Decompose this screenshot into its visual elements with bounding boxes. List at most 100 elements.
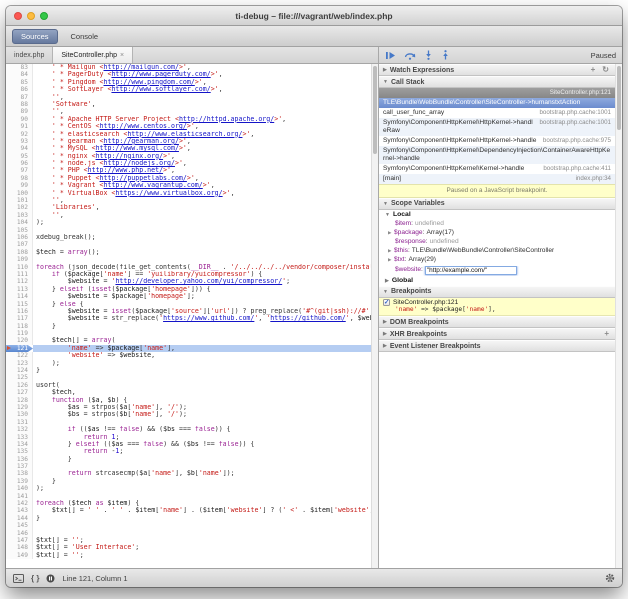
line-number[interactable]: 85 [6,79,33,86]
code-line[interactable] [33,330,371,337]
line-number[interactable]: 105 [6,227,33,234]
code-line[interactable]: '', [33,108,371,115]
tab-sources[interactable]: Sources [12,29,58,44]
scope-group-global[interactable]: ▶Global [379,276,615,286]
line-number[interactable]: 99 [6,182,33,189]
line-number[interactable]: 104 [6,219,33,226]
line-number[interactable]: 126 [6,382,33,389]
settings-gear-icon[interactable] [605,573,615,583]
code-line[interactable]: } else { [33,301,371,308]
code-line[interactable]: if ($package['name'] == 'yuilibrary/yuic… [33,271,371,278]
line-number[interactable]: 137 [6,463,33,470]
resume-icon[interactable] [385,51,396,60]
variable-row[interactable]: $response:undefined [379,238,615,247]
code-line[interactable]: ' * PagerDuty <http://www.pagerduty.com/… [33,71,371,78]
line-number[interactable]: 116 [6,308,33,315]
code-line[interactable]: '', [33,94,371,101]
code-line[interactable]: } [33,323,371,330]
line-number[interactable]: 96 [6,160,33,167]
tab-console[interactable]: Console [62,29,108,44]
call-stack-frame[interactable]: bootstrap.php.cache:411Symfony\Component… [379,164,615,174]
line-number[interactable]: 118 [6,323,33,330]
code-line[interactable]: $website = 'http://developer.yahoo.com/y… [33,278,371,285]
console-toggle-icon[interactable] [13,574,24,583]
section-breakpoints[interactable]: ▼ Breakpoints [379,286,615,298]
line-number[interactable]: 109 [6,256,33,263]
line-number[interactable]: 123 [6,360,33,367]
line-number[interactable]: 106 [6,234,33,241]
code-line[interactable]: foreach (json_decode(file_get_contents(_… [33,264,371,271]
line-number[interactable]: 115 [6,301,33,308]
line-number[interactable]: 139 [6,478,33,485]
minimize-window-button[interactable] [27,12,35,20]
code-line[interactable] [33,241,371,248]
line-number[interactable]: 108 [6,249,33,256]
code-line[interactable]: $txt[] = 'User Interface'; [33,544,371,551]
code-line[interactable]: 'Software', [33,101,371,108]
code-line[interactable]: } [33,367,371,374]
sidebar-scrollbar[interactable] [615,64,622,568]
code-line[interactable]: } elseif (($as === false) && ($bs !== fa… [33,441,371,448]
code-line[interactable]: usort( [33,382,371,389]
line-number[interactable]: 142 [6,500,33,507]
code-line[interactable]: return 1; [33,434,371,441]
line-number[interactable]: 141 [6,493,33,500]
breakpoint-item[interactable]: SiteController.php:121'name' => $package… [379,298,615,317]
line-number[interactable]: 121 [6,345,33,352]
code-line[interactable]: ' * Apache HTTP Server Project <http://h… [33,116,371,123]
code-line[interactable]: ' * Vagrant <http://www.vagrantup.com/>'… [33,182,371,189]
close-tab-icon[interactable]: × [120,52,124,59]
code-line[interactable]: ' * Mailgun <http://mailgun.com/>', [33,64,371,71]
editor-scrollbar[interactable] [371,64,378,568]
code-line[interactable]: } [33,456,371,463]
call-stack-frame[interactable]: Symfony\Component\HttpKernel\DependencyI… [379,146,615,164]
breakpoint-checkbox[interactable] [383,299,390,306]
code-line[interactable]: $website = str_replace('https://www.gith… [33,315,371,322]
line-number[interactable]: 127 [6,389,33,396]
code-editor[interactable]: 83 ' * Mailgun <http://mailgun.com/>',84… [6,64,378,568]
line-number[interactable]: 138 [6,470,33,477]
line-number[interactable]: 148 [6,544,33,551]
line-number[interactable]: 130 [6,411,33,418]
line-number[interactable]: 146 [6,530,33,537]
variable-row[interactable]: $item:undefined [379,220,615,229]
line-number[interactable]: 120 [6,337,33,344]
code-line[interactable]: $txt[] = ' ' . ' ' . $item['name'] . ($i… [33,507,371,514]
section-scope-variables[interactable]: ▼ Scope Variables [379,198,615,210]
code-line[interactable]: ' * gearman <http://gearman.org/>', [33,138,371,145]
step-out-icon[interactable] [441,50,450,60]
variable-row[interactable]: ▶$txt:Array(29) [379,256,615,265]
line-number[interactable]: 111 [6,271,33,278]
code-line[interactable]: xdebug_break(); [33,234,371,241]
line-number[interactable]: 124 [6,367,33,374]
code-line[interactable]: $txt[] = ''; [33,552,371,559]
code-line[interactable]: function ($a, $b) { [33,397,371,404]
line-number[interactable]: 128 [6,397,33,404]
code-line[interactable]: if (($as !== false) && ($bs === false)) … [33,426,371,433]
sidebar-scrollbar-thumb[interactable] [617,66,621,130]
call-stack-frame[interactable]: SiteController.php:121TLE\Bundle\WebBund… [379,88,615,108]
code-line[interactable]: } elseif (isset($package['homepage'])) { [33,286,371,293]
code-line[interactable]: ' * SoftLayer <http://www.softlayer.com/… [33,86,371,93]
line-number[interactable]: 110 [6,264,33,271]
line-number[interactable]: 92 [6,131,33,138]
code-line[interactable]: ); [33,485,371,492]
variable-row[interactable]: $website: [379,266,615,276]
section-watch-expressions[interactable]: ▶ Watch Expressions + ↻ [379,64,615,76]
code-line[interactable]: ' * elasticsearch <http://www.elasticsea… [33,131,371,138]
code-line[interactable]: ' * Puppet <http://puppetlabs.com/>', [33,175,371,182]
code-line[interactable]: 'name' => $package['name'], [33,345,371,352]
code-line[interactable] [33,374,371,381]
call-stack-frame[interactable]: bootstrap.php.cache:975Symfony\Component… [379,136,615,146]
line-number[interactable]: 91 [6,123,33,130]
line-number[interactable]: 89 [6,108,33,115]
code-line[interactable] [33,493,371,500]
editor-scrollbar-thumb[interactable] [373,66,377,154]
line-number[interactable]: 135 [6,448,33,455]
code-line[interactable] [33,227,371,234]
code-line[interactable]: $tech[] = array( [33,337,371,344]
line-number[interactable]: 83 [6,64,33,71]
code-line[interactable]: $txt[] = ''; [33,537,371,544]
section-event-listener-breakpoints[interactable]: ▶ Event Listener Breakpoints [379,340,615,352]
code-line[interactable]: ' * VirtualBox <https://www.virtualbox.o… [33,190,371,197]
